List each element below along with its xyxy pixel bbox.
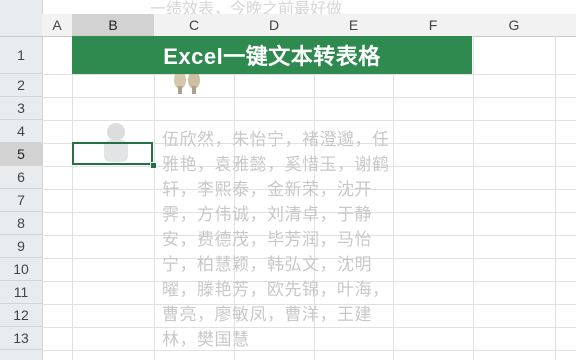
grid-line [42,74,576,75]
row-header-5[interactable]: 5 [0,143,42,166]
grid-line [473,36,474,360]
row-header-1[interactable]: 1 [0,36,42,74]
column-header-f[interactable]: F [393,14,474,37]
name-list-text[interactable]: 伍欣然，朱怡宁，褚澄邈，任雅艳，袁雅懿，奚惜玉，谢鹤轩，李熙泰，金新荣，沈开霁，… [162,128,394,353]
active-cell-b5[interactable] [72,142,153,165]
select-all-corner[interactable] [0,14,43,37]
column-header-d[interactable]: D [234,14,315,37]
row-header-9[interactable]: 9 [0,235,42,258]
grid-line [555,36,556,360]
column-header-g[interactable]: G [473,14,556,37]
row-header-7[interactable]: 7 [0,189,42,212]
column-header-h[interactable] [555,14,576,37]
spreadsheet: 一绩效表，今晚之前最好做 A B C D E F G 1 2 3 4 5 6 7… [0,0,576,360]
row-header-13[interactable]: 13 [0,327,42,350]
title-banner[interactable]: Excel一键文本转表格 [72,36,472,74]
row-header-8[interactable]: 8 [0,212,42,235]
row-header-11[interactable]: 11 [0,281,42,304]
column-header-e[interactable]: E [314,14,394,37]
row-header-6[interactable]: 6 [0,166,42,189]
grid-line [72,36,73,360]
column-header-b[interactable]: B [72,14,155,37]
grid-line [42,97,576,98]
column-header-c[interactable]: C [154,14,235,37]
row-header-2[interactable]: 2 [0,74,42,97]
grid-line [154,36,155,360]
row-header-3[interactable]: 3 [0,97,42,120]
fill-handle[interactable] [150,162,157,169]
column-header-a[interactable]: A [42,14,73,37]
row-header-12[interactable]: 12 [0,304,42,327]
row-header-4[interactable]: 4 [0,120,42,143]
row-header-10[interactable]: 10 [0,258,42,281]
